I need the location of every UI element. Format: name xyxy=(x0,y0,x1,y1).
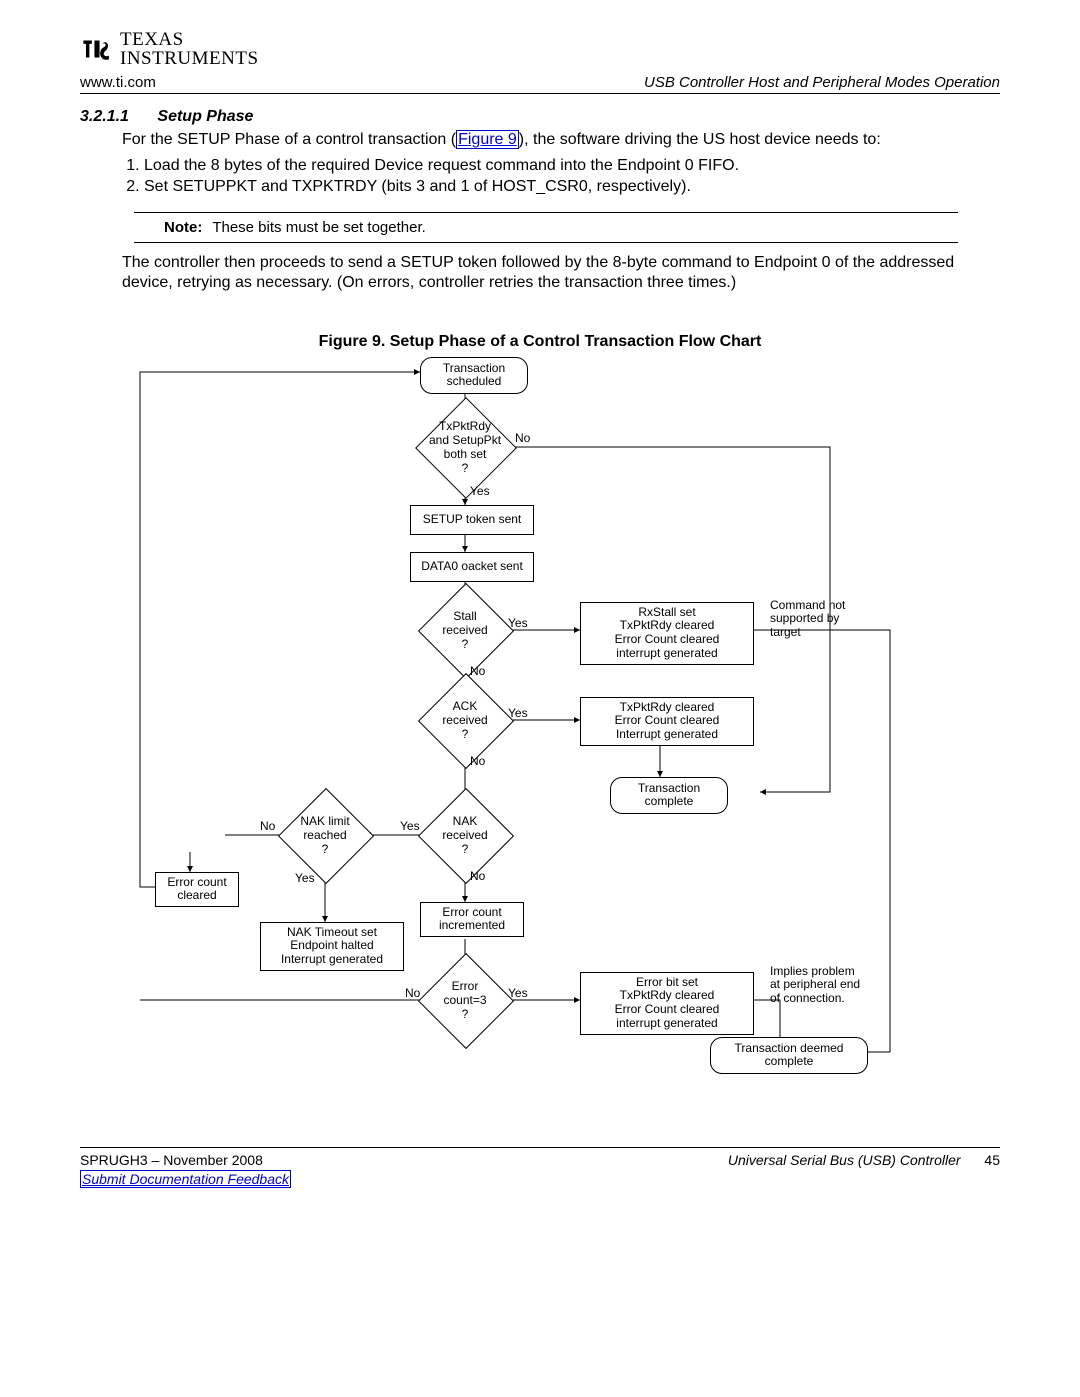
node-d6-label: Errorcount=3? xyxy=(425,979,504,1021)
side-implies-problem: Implies problemat peripheral endof conne… xyxy=(770,965,910,1006)
intro-a: For the SETUP Phase of a control transac… xyxy=(122,131,456,148)
footer-docid: SPRUGH3 – November 2008 xyxy=(80,1152,263,1168)
note-text: These bits must be set together. xyxy=(212,219,425,236)
node-setup-token: SETUP token sent xyxy=(410,505,534,535)
site-url[interactable]: www.ti.com xyxy=(80,74,156,91)
after-note-paragraph: The controller then proceeds to send a S… xyxy=(122,253,1000,293)
note-label: Note: xyxy=(164,219,202,236)
node-d5-label: NAK limitreached? xyxy=(285,814,364,856)
node-d5: NAK limitreached? xyxy=(292,802,358,868)
d3-yes: Yes xyxy=(508,707,528,721)
node-d1: TxPktRdyand SetupPktboth set? xyxy=(430,412,500,482)
section-heading: 3.2.1.1 Setup Phase xyxy=(80,108,1000,126)
step-1: Load the 8 bytes of the required Device … xyxy=(144,156,1000,177)
ti-logo: TEXAS INSTRUMENTS xyxy=(80,30,1000,68)
figure-caption: Figure 9. Setup Phase of a Control Trans… xyxy=(80,333,1000,351)
node-data0: DATA0 oacket sent xyxy=(410,552,534,582)
node-ack-box: TxPktRdy clearedError Count clearedInter… xyxy=(580,697,754,746)
node-d2-label: Stallreceived? xyxy=(425,609,504,651)
node-errclr: Error countcleared xyxy=(155,872,239,908)
section-title: Setup Phase xyxy=(157,108,253,125)
d3-no: No xyxy=(470,755,485,769)
node-trans-complete: Transactioncomplete xyxy=(610,777,728,815)
steps-list: Load the 8 bytes of the required Device … xyxy=(122,156,1000,198)
node-d1-label: TxPktRdyand SetupPktboth set? xyxy=(423,419,507,475)
node-d4-label: NAKreceived? xyxy=(425,814,504,856)
d1-yes: Yes xyxy=(470,485,490,499)
footer: SPRUGH3 – November 2008 Universal Serial… xyxy=(80,1147,1000,1168)
footer-title: Universal Serial Bus (USB) Controller xyxy=(728,1152,961,1168)
intro-b: ), the software driving the US host devi… xyxy=(519,131,881,148)
intro-paragraph: For the SETUP Phase of a control transac… xyxy=(122,130,1000,150)
d6-yes: Yes xyxy=(508,987,528,1001)
d2-yes: Yes xyxy=(508,617,528,631)
node-rxstall: RxStall setTxPktRdy clearedError Count c… xyxy=(580,602,754,665)
logo-text-line1: TEXAS xyxy=(120,30,259,49)
node-errbit: Error bit setTxPktRdy clearedError Count… xyxy=(580,972,754,1035)
step-2: Set SETUPPKT and TXPKTRDY (bits 3 and 1 … xyxy=(144,177,1000,198)
node-deemed-complete: Transaction deemedcomplete xyxy=(710,1037,868,1075)
submit-feedback-link[interactable]: Submit Documentation Feedback xyxy=(80,1170,291,1188)
note-block: Note: These bits must be set together. xyxy=(134,212,958,243)
page-number: 45 xyxy=(984,1152,1000,1168)
d4-no: No xyxy=(470,870,485,884)
d5-yes: Yes xyxy=(295,872,315,886)
node-d6: Errorcount=3? xyxy=(432,967,498,1033)
d4-yes: Yes xyxy=(400,820,420,834)
node-errinc: Error countincremented xyxy=(420,902,524,938)
node-start: Transactionscheduled xyxy=(420,357,528,395)
doc-section-title: USB Controller Host and Peripheral Modes… xyxy=(644,74,1000,91)
ti-logo-icon xyxy=(80,32,114,66)
logo-text-line2: INSTRUMENTS xyxy=(120,49,259,68)
header-rule: www.ti.com USB Controller Host and Perip… xyxy=(80,74,1000,94)
node-d4: NAKreceived? xyxy=(432,802,498,868)
d5-no: No xyxy=(260,820,275,834)
d6-no: No xyxy=(405,987,420,1001)
node-d2: Stallreceived? xyxy=(432,597,498,663)
side-cmd-not-supported: Command notsupported bytarget xyxy=(770,599,890,640)
section-number: 3.2.1.1 xyxy=(80,108,129,125)
figure-link[interactable]: Figure 9 xyxy=(456,130,519,149)
flowchart: Transactionscheduled TxPktRdyand SetupPk… xyxy=(130,357,950,1127)
d1-no: No xyxy=(515,432,530,446)
node-d3: ACKreceived? xyxy=(432,687,498,753)
node-d3-label: ACKreceived? xyxy=(425,699,504,741)
node-naktimeout: NAK Timeout setEndpoint haltedInterrupt … xyxy=(260,922,404,971)
d2-no: No xyxy=(470,665,485,679)
